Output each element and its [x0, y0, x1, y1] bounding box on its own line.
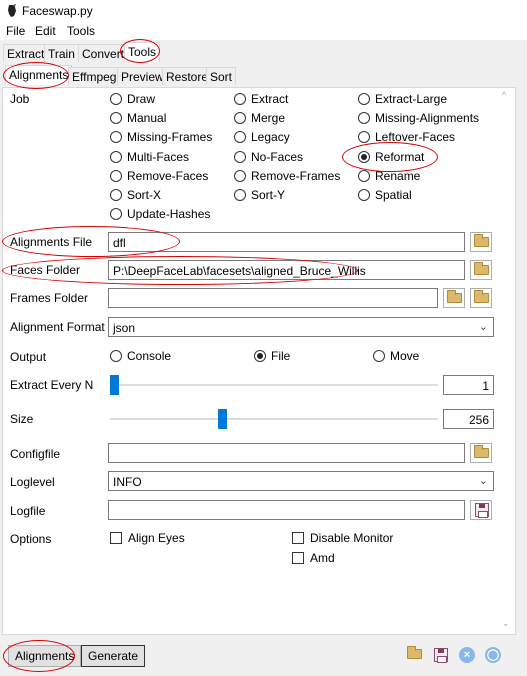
radio-icon: [110, 189, 122, 201]
faces-folder-browse-button[interactable]: [470, 260, 492, 280]
menu-file[interactable]: File: [6, 24, 25, 38]
save-icon: [434, 648, 448, 663]
scroll-up-icon[interactable]: ^: [502, 90, 506, 100]
clear-button[interactable]: ×: [457, 645, 477, 665]
radio-icon: [110, 151, 122, 163]
frames-file-browse-button[interactable]: [470, 288, 492, 308]
checkbox-icon: [292, 532, 304, 544]
chevron-down-icon: ⌄: [478, 321, 488, 333]
chevron-down-icon: ⌄: [478, 475, 488, 487]
logfile-label: Logfile: [10, 504, 46, 518]
load-button[interactable]: [404, 645, 424, 665]
alignments-file-browse-button[interactable]: [470, 232, 492, 252]
save-button[interactable]: [431, 645, 451, 665]
window-title: Faceswap.py: [22, 4, 93, 18]
radio-selected-icon: [254, 350, 266, 362]
radio-icon: [373, 350, 385, 362]
radio-icon: [358, 112, 370, 124]
frames-folder-input[interactable]: [108, 288, 438, 308]
radio-icon: [234, 112, 246, 124]
folder-open-icon: [407, 646, 422, 659]
loglevel-label: Loglevel: [10, 475, 55, 489]
tab-restore[interactable]: Restore: [162, 67, 213, 85]
size-slider[interactable]: [218, 409, 228, 429]
faceswap-logo-icon: [8, 4, 16, 17]
radio-icon: [234, 151, 246, 163]
loglevel-value: INFO: [113, 475, 142, 489]
logfile-input[interactable]: [108, 500, 465, 520]
extract-every-n-label: Extract Every N: [10, 378, 94, 392]
radio-icon: [234, 189, 246, 201]
frames-folder-browse-button[interactable]: [443, 288, 465, 308]
tab-preview[interactable]: Preview: [117, 67, 168, 85]
extract-every-n-input[interactable]: 1: [443, 375, 494, 395]
alignment-format-select[interactable]: json ⌄: [108, 317, 494, 337]
radio-icon: [234, 93, 246, 105]
faces-folder-input[interactable]: P:\DeepFaceLab\facesets\aligned_Bruce_Wi…: [108, 260, 465, 280]
scroll-down-icon[interactable]: ⌄: [502, 618, 510, 629]
tab-effmpeg[interactable]: Effmpeg: [68, 67, 121, 85]
alignment-format-label: Alignment Format: [10, 320, 105, 334]
size-track: [110, 418, 438, 420]
checkbox-icon: [292, 552, 304, 564]
checkbox-icon: [110, 532, 122, 544]
reset-button[interactable]: ◯: [483, 645, 503, 665]
radio-icon: [110, 170, 122, 182]
folder-icon: [474, 445, 489, 458]
loglevel-select[interactable]: INFO ⌄: [108, 471, 494, 491]
radio-icon: [234, 170, 246, 182]
extract-every-n-track: [110, 384, 438, 386]
menu-bar: File Edit Tools: [0, 22, 527, 40]
save-icon: [475, 503, 489, 518]
folder-icon: [474, 290, 489, 303]
tab-alignments[interactable]: Alignments: [5, 65, 73, 85]
radio-icon: [234, 131, 246, 143]
panel-scrollbar[interactable]: ^ ⌄: [498, 88, 515, 634]
folder-icon: [474, 262, 489, 275]
configfile-input[interactable]: [108, 443, 465, 463]
menu-tools[interactable]: Tools: [67, 24, 95, 38]
tab-tools[interactable]: Tools: [124, 42, 161, 62]
configfile-browse-button[interactable]: [470, 443, 492, 463]
radio-icon: [110, 112, 122, 124]
faces-folder-label: Faces Folder: [10, 263, 81, 277]
reset-icon: ◯: [485, 647, 501, 663]
size-input[interactable]: 256: [443, 409, 494, 429]
radio-icon: [358, 93, 370, 105]
radio-selected-icon: [358, 151, 370, 163]
alignments-file-input[interactable]: dfl: [108, 232, 465, 252]
tab-convert[interactable]: Convert: [78, 44, 129, 62]
radio-icon: [110, 350, 122, 362]
radio-icon: [358, 170, 370, 182]
radio-icon: [110, 131, 122, 143]
clear-icon: ×: [459, 647, 475, 663]
alignment-format-value: json: [113, 321, 136, 335]
tab-sort[interactable]: Sort: [206, 67, 237, 85]
configfile-label: Configfile: [10, 447, 61, 461]
extract-every-n-slider[interactable]: [110, 375, 119, 395]
job-label: Job: [10, 92, 30, 106]
tab-extract[interactable]: Extract: [3, 44, 49, 62]
radio-icon: [110, 208, 122, 220]
alignments-button[interactable]: Alignments: [8, 645, 82, 667]
frames-folder-label: Frames Folder: [10, 291, 89, 305]
logfile-save-button[interactable]: [470, 500, 492, 520]
tab-train[interactable]: Train: [44, 44, 79, 62]
radio-icon: [358, 189, 370, 201]
size-label: Size: [10, 412, 34, 426]
options-label: Options: [10, 532, 52, 546]
output-label: Output: [10, 350, 47, 364]
menu-edit[interactable]: Edit: [35, 24, 56, 38]
radio-icon: [110, 93, 122, 105]
radio-icon: [358, 131, 370, 143]
title-bar: Faceswap.py: [0, 0, 527, 22]
folder-icon: [474, 234, 489, 247]
generate-button[interactable]: Generate: [81, 645, 146, 667]
alignments-file-label: Alignments File: [10, 235, 93, 249]
folder-icon: [447, 290, 462, 303]
